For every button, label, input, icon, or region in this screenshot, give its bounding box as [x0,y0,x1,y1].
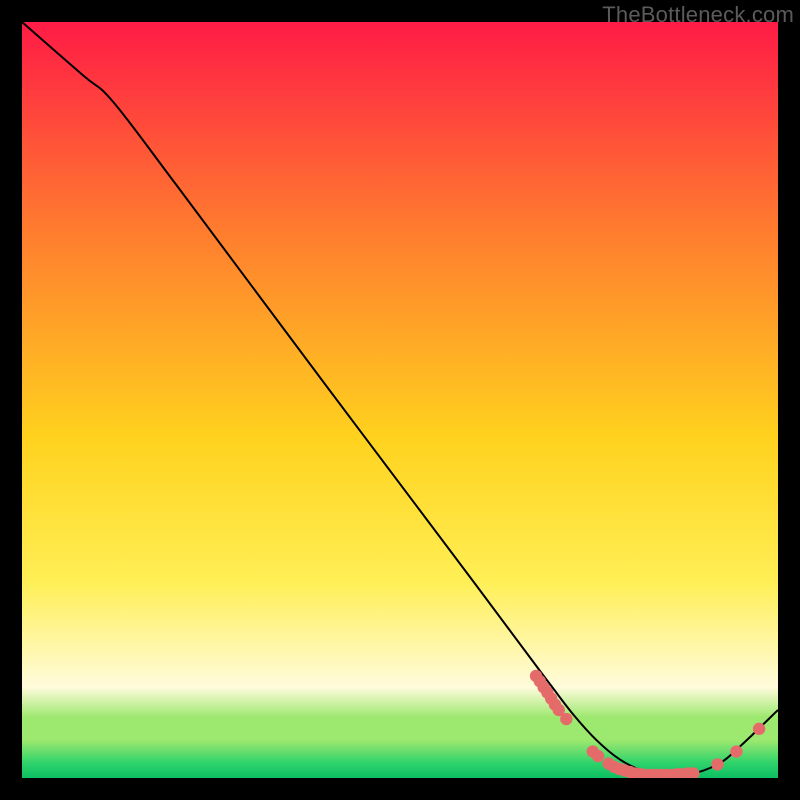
gradient-background [22,22,778,778]
data-dot [592,750,604,762]
plot-area [22,22,778,778]
data-dot [560,713,572,725]
watermark-text: TheBottleneck.com [602,2,794,28]
data-dot [753,723,765,735]
data-dot [730,745,742,757]
chart-frame: TheBottleneck.com [0,0,800,800]
data-dot [711,758,723,770]
chart-svg [22,22,778,778]
